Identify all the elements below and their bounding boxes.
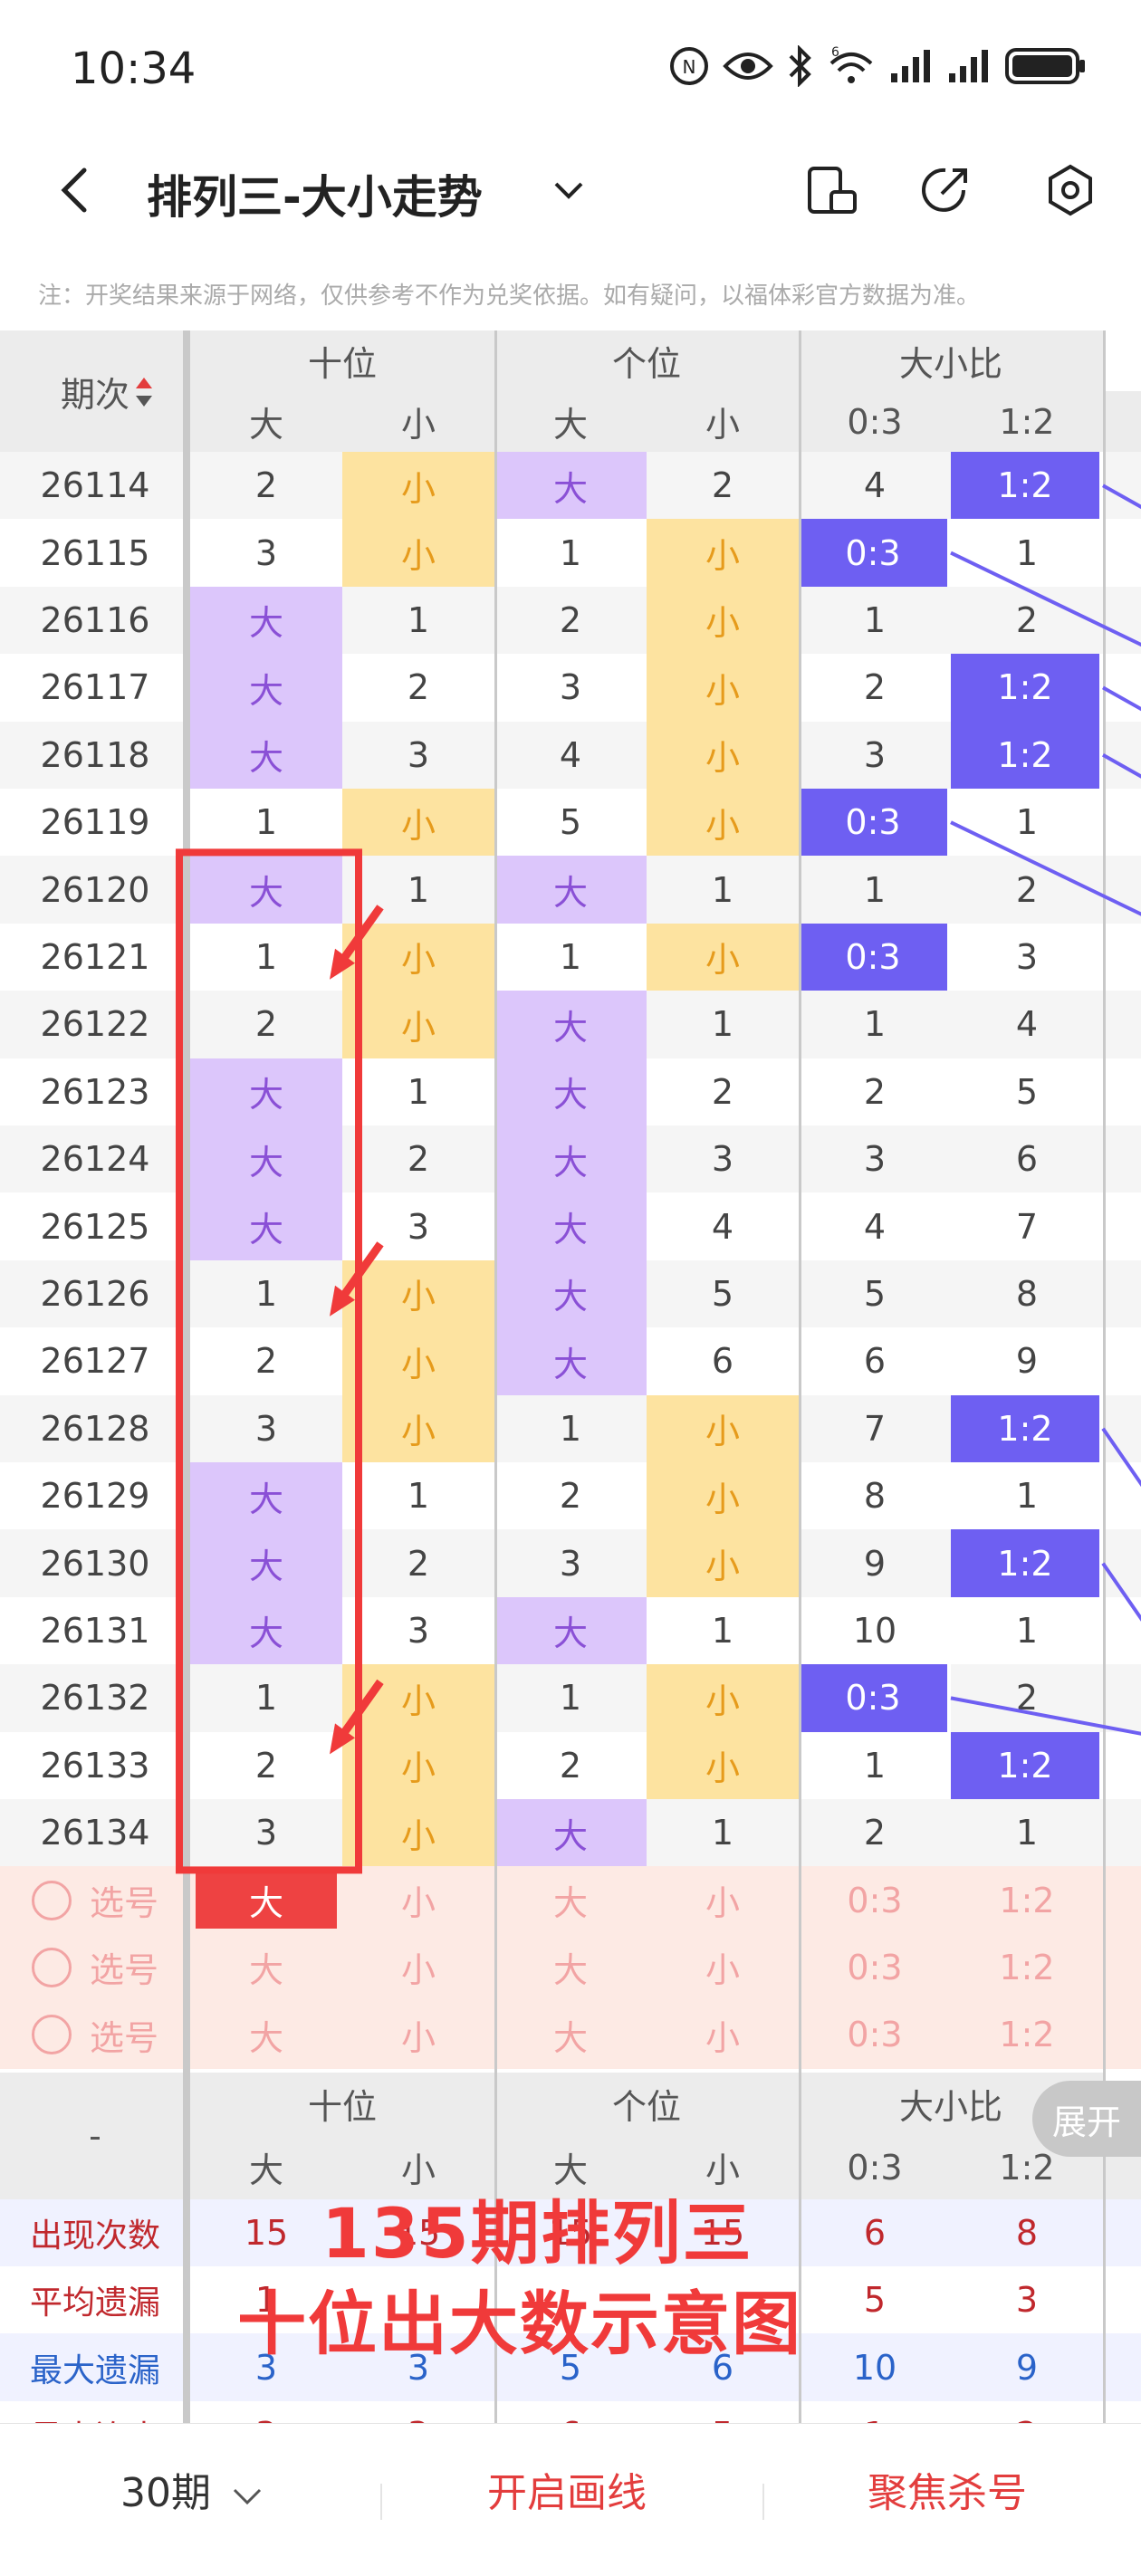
highlight-box <box>176 848 362 1874</box>
draw-lines-button[interactable]: 开启画线 <box>487 2460 647 2518</box>
focus-kill-button[interactable]: 聚焦杀号 <box>868 2460 1027 2518</box>
toolbar-divider <box>762 2484 764 2520</box>
annotation-title-line1: 135期排列三 <box>321 2193 753 2274</box>
toolbar-divider <box>380 2484 382 2520</box>
bottom-toolbar: 30期 开启画线 聚焦杀号 <box>0 2423 1141 2576</box>
chevron-down-icon <box>233 2488 262 2505</box>
annotation-title-line2: 十位出大数示意图 <box>237 2284 802 2364</box>
period-select[interactable]: 30期 <box>120 2460 264 2518</box>
period-select-label: 30期 <box>120 2470 211 2516</box>
